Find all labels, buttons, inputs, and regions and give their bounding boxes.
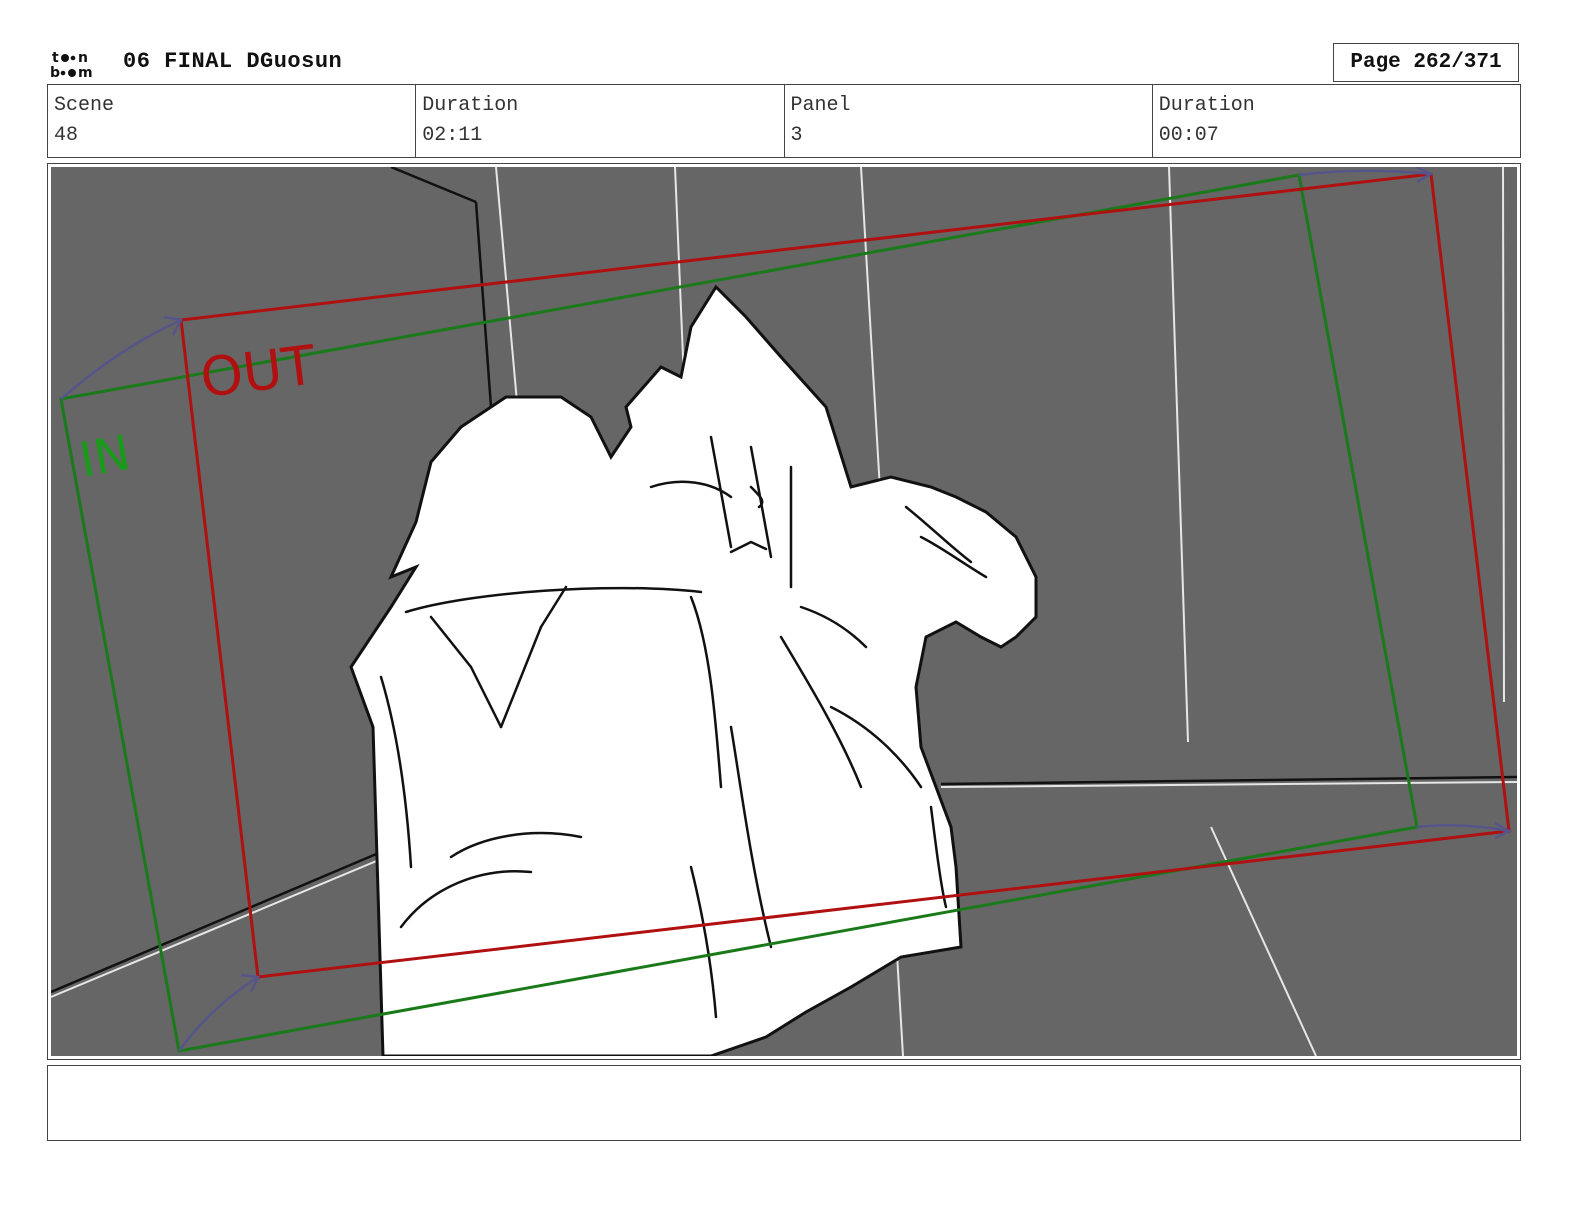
toon-boom-logo: t n b m	[50, 50, 93, 80]
scene-label: Scene	[54, 94, 115, 117]
panel-cell: Panel 3	[785, 85, 1153, 157]
panel-drawing: IN OUT	[51, 167, 1517, 1056]
svg-text:n: n	[78, 50, 88, 66]
panel-duration-label: Duration	[1158, 94, 1255, 117]
scene-duration-cell: Duration 02:11	[416, 85, 785, 157]
svg-text:b: b	[50, 65, 60, 80]
scene-cell: Scene 48	[48, 85, 417, 157]
scene-duration-label: Duration	[422, 94, 519, 117]
project-title: 06 FINAL DGuosun	[123, 49, 343, 74]
svg-text:m: m	[78, 65, 93, 80]
panel-duration-value: 00:07	[1158, 124, 1219, 147]
page-number: Page 262/371	[1333, 43, 1519, 82]
scene-duration-value: 02:11	[422, 124, 483, 147]
in-label: IN	[75, 425, 134, 489]
panel-label: Panel	[790, 94, 851, 117]
panel-info-row: Scene 48 Duration 02:11 Panel 3 Duration…	[47, 84, 1521, 158]
panel-duration-cell: Duration 00:07	[1153, 85, 1520, 157]
svg-text:t: t	[52, 50, 59, 66]
panel-value: 3	[790, 124, 803, 147]
panel-notes	[47, 1065, 1521, 1141]
storyboard-panel: IN OUT	[47, 163, 1521, 1060]
scene-value: 48	[54, 124, 79, 147]
